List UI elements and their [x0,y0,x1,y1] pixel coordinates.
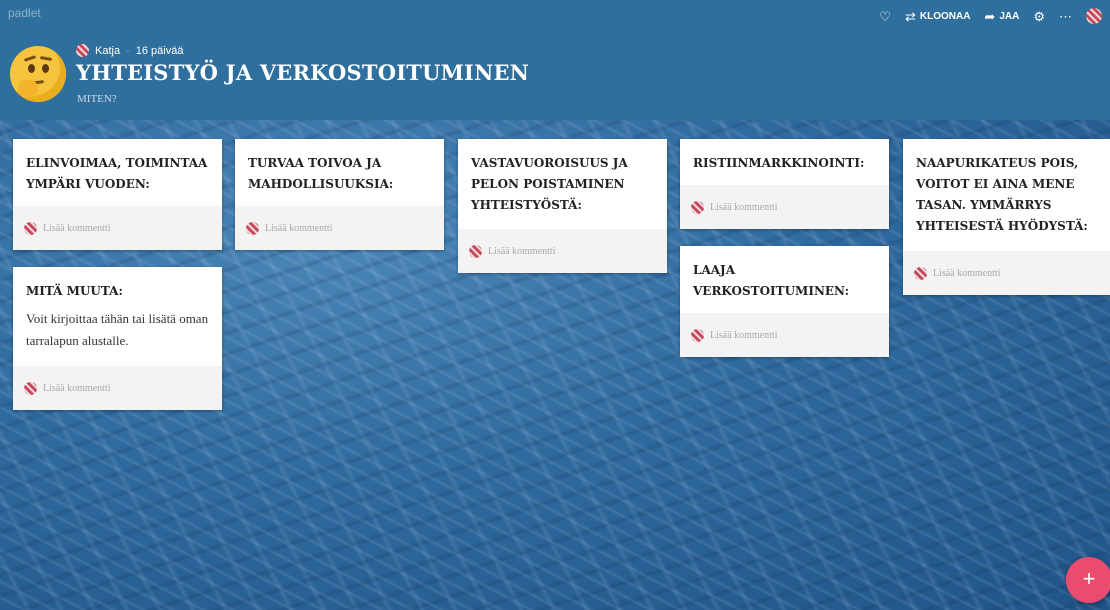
author-info: Katja · 16 päivää [76,44,183,57]
comment-input[interactable]: Lisää kommentti [13,366,222,410]
user-avatar[interactable] [1086,8,1102,24]
page-title: YHTEISTYÖ JA VERKOSTOITUMINEN [76,60,530,85]
padlet-logo[interactable]: padlet [8,6,41,20]
commenter-avatar [691,200,704,214]
commenter-avatar [24,221,37,235]
post-card[interactable]: VASTAVUOROISUUS JA PELON POISTAMINEN YHT… [458,139,667,273]
post-title: RISTIINMARKKINOINTI: [693,156,865,170]
comment-input[interactable]: Lisää kommentti [903,251,1110,295]
like-button[interactable]: ♡ [879,10,891,23]
settings-button[interactable]: ⚙ [1033,10,1045,23]
thinking-face-icon [10,46,66,102]
comment-input[interactable]: Lisää kommentti [680,313,889,357]
author-name[interactable]: Katja [95,45,120,57]
clone-button[interactable]: ⇄ KLOONAA [905,10,970,23]
comment-placeholder: Lisää kommentti [265,222,333,234]
add-post-button[interactable]: + [1066,557,1110,603]
post-card[interactable]: NAAPURIKATEUS POIS, VOITOT EI AINA MENE … [903,139,1110,295]
page-subtitle: MITEN? [77,93,117,105]
header-toolbar: ♡ ⇄ KLOONAA ➦ JAA ⚙ ⋯ [879,8,1102,24]
post-card[interactable]: TURVAA TOIVOA JA MAHDOLLISUUKSIA: Lisää … [235,139,444,250]
comment-placeholder: Lisää kommentti [933,267,1001,279]
comment-input[interactable]: Lisää kommentti [235,206,444,250]
comment-input[interactable]: Lisää kommentti [680,185,889,229]
post-card[interactable]: MITÄ MUUTA: Voit kirjoittaa tähän tai li… [13,267,222,410]
commenter-avatar [246,221,259,235]
heart-icon: ♡ [879,8,891,24]
time-ago: 16 päivää [135,44,184,57]
commenter-avatar [24,381,37,395]
author-avatar[interactable] [76,44,89,57]
share-icon: ➦ [984,8,996,24]
gear-icon: ⚙ [1033,8,1045,24]
commenter-avatar [914,266,927,280]
post-body: Voit kirjoittaa tähän tai lisätä oman ta… [26,311,209,348]
comment-placeholder: Lisää kommentti [488,245,556,257]
post-card[interactable]: LAAJA VERKOSTOITUMINEN: Lisää kommentti [680,246,889,357]
comment-input[interactable]: Lisää kommentti [458,229,667,273]
more-button[interactable]: ⋯ [1059,10,1072,23]
post-title: LAAJA VERKOSTOITUMINEN: [693,263,850,298]
commenter-avatar [691,328,704,342]
post-card[interactable]: RISTIINMARKKINOINTI: Lisää kommentti [680,139,889,229]
padlet-header: padlet Katja · 16 päivää YHTEISTYÖ JA VE… [0,0,1110,120]
share-button[interactable]: ➦ JAA [984,10,1019,23]
comment-placeholder: Lisää kommentti [710,201,778,213]
separator: · [126,44,130,57]
more-icon: ⋯ [1059,8,1072,24]
post-title: ELINVOIMAA, TOIMINTAA YMPÄRI VUODEN: [26,156,208,191]
comment-placeholder: Lisää kommentti [43,222,111,234]
comment-placeholder: Lisää kommentti [710,329,778,341]
comment-input[interactable]: Lisää kommentti [13,206,222,250]
post-title: MITÄ MUUTA: [26,284,123,298]
post-title: TURVAA TOIVOA JA MAHDOLLISUUKSIA: [248,156,394,191]
commenter-avatar [469,244,482,258]
post-title: VASTAVUOROISUUS JA PELON POISTAMINEN YHT… [471,156,628,212]
clone-icon: ⇄ [904,8,916,24]
post-title: NAAPURIKATEUS POIS, VOITOT EI AINA MENE … [916,156,1088,233]
post-card[interactable]: ELINVOIMAA, TOIMINTAA YMPÄRI VUODEN: Lis… [13,139,222,250]
comment-placeholder: Lisää kommentti [43,382,111,394]
clone-label: KLOONAA [919,10,971,22]
share-label: JAA [999,10,1020,22]
